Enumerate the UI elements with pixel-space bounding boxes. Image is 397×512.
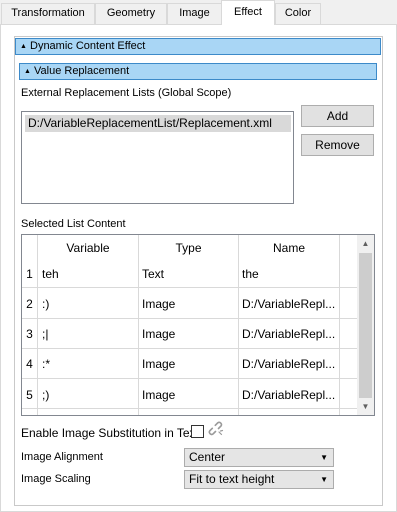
image-alignment-value: Center xyxy=(189,450,226,464)
row-number: 5 xyxy=(26,388,33,402)
collapse-triangle-icon: ▲ xyxy=(24,68,31,75)
column-divider xyxy=(238,235,239,415)
image-scaling-value: Fit to text height xyxy=(189,472,275,486)
row-divider xyxy=(22,378,358,379)
cell-type[interactable]: Image xyxy=(142,357,175,371)
collapse-triangle-icon: ▲ xyxy=(20,43,27,50)
cell-variable[interactable]: :* xyxy=(42,357,50,371)
tab-effect[interactable]: Effect xyxy=(221,0,275,25)
value-replacement-title: Value Replacement xyxy=(34,65,130,77)
cell-type[interactable]: Image xyxy=(142,327,175,341)
column-divider xyxy=(138,235,139,415)
external-lists-label: External Replacement Lists (Global Scope… xyxy=(21,87,232,99)
row-divider xyxy=(22,408,358,409)
row-number: 3 xyxy=(26,327,33,341)
column-header-name[interactable]: Name xyxy=(239,235,339,263)
cell-name[interactable]: D:/VariableRepl... xyxy=(242,327,335,341)
scroll-down-icon[interactable]: ▼ xyxy=(357,398,374,415)
image-scaling-select[interactable]: Fit to text height ▼ xyxy=(184,470,334,489)
image-scaling-label: Image Scaling xyxy=(21,473,91,485)
scrollbar-thumb[interactable] xyxy=(359,253,372,398)
selected-list-label: Selected List Content xyxy=(21,218,126,230)
value-replacement-header[interactable]: ▲ Value Replacement xyxy=(19,63,377,80)
dropdown-caret-icon: ▼ xyxy=(320,453,328,462)
column-header-type[interactable]: Type xyxy=(139,235,238,263)
dynamic-content-title: Dynamic Content Effect xyxy=(30,40,146,52)
cell-variable[interactable]: :) xyxy=(42,297,49,311)
cell-variable[interactable]: ;) xyxy=(42,388,49,402)
row-divider xyxy=(22,287,358,288)
cell-type[interactable]: Image xyxy=(142,297,175,311)
tab-transformation[interactable]: Transformation xyxy=(1,3,95,24)
add-button[interactable]: Add xyxy=(301,105,374,127)
cell-variable[interactable]: ;| xyxy=(42,327,48,341)
image-alignment-label: Image Alignment xyxy=(21,451,103,463)
chain-link-icon[interactable] xyxy=(208,421,226,439)
dynamic-content-header[interactable]: ▲ Dynamic Content Effect xyxy=(15,38,381,55)
row-divider xyxy=(22,348,358,349)
row-number: 1 xyxy=(26,267,33,281)
column-divider xyxy=(339,235,340,415)
cell-type[interactable]: Text xyxy=(142,267,164,281)
scroll-up-icon[interactable]: ▲ xyxy=(357,235,374,252)
enable-substitution-checkbox[interactable] xyxy=(191,425,204,438)
table-vertical-scrollbar[interactable]: ▲ ▼ xyxy=(357,235,374,415)
cell-name[interactable]: the xyxy=(242,267,259,281)
column-header-variable[interactable]: Variable xyxy=(38,235,138,263)
cell-name[interactable]: D:/VariableRepl... xyxy=(242,388,335,402)
cell-name[interactable]: D:/VariableRepl... xyxy=(242,297,335,311)
row-divider xyxy=(22,318,358,319)
selected-list-table: Variable Type Name 1 teh Text the 2 :) I… xyxy=(21,234,375,416)
tab-color[interactable]: Color xyxy=(275,3,321,24)
cell-name[interactable]: D:/VariableRepl... xyxy=(242,357,335,371)
tab-geometry[interactable]: Geometry xyxy=(95,3,167,24)
row-number: 4 xyxy=(26,357,33,371)
enable-substitution-label: Enable Image Substitution in Text xyxy=(21,426,199,440)
external-lists-listbox[interactable]: D:/VariableReplacementList/Replacement.x… xyxy=(21,111,294,204)
cell-variable[interactable]: teh xyxy=(42,267,59,281)
list-item[interactable]: D:/VariableReplacementList/Replacement.x… xyxy=(25,115,291,132)
row-number: 2 xyxy=(26,297,33,311)
remove-button[interactable]: Remove xyxy=(301,134,374,156)
dropdown-caret-icon: ▼ xyxy=(320,475,328,484)
image-alignment-select[interactable]: Center ▼ xyxy=(184,448,334,467)
tab-image[interactable]: Image xyxy=(167,3,222,24)
column-divider xyxy=(37,235,38,415)
tab-bar: Transformation Geometry Image Effect Col… xyxy=(0,0,397,25)
cell-type[interactable]: Image xyxy=(142,388,175,402)
